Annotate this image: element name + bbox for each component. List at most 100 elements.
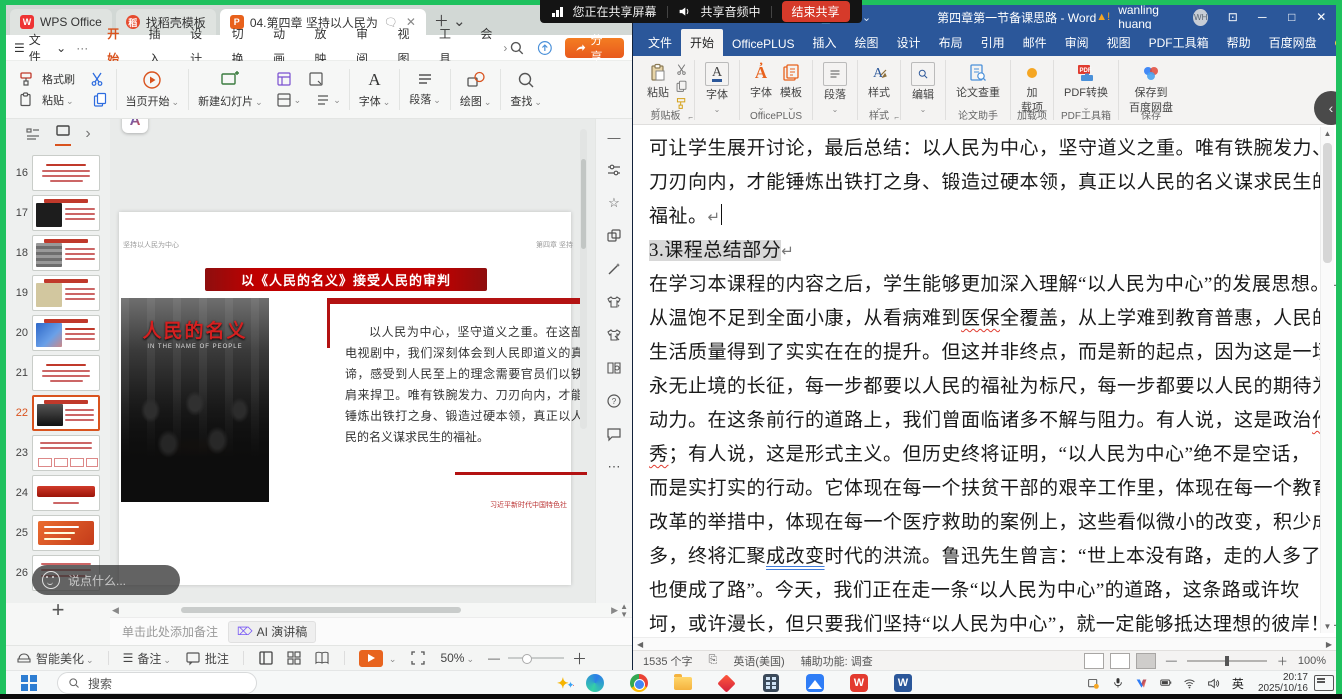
smart-beautify-button[interactable]: 智能美化 bbox=[16, 650, 94, 667]
more-commands[interactable]: ··· bbox=[76, 41, 88, 55]
notification-center-icon[interactable] bbox=[1314, 675, 1334, 691]
play-from-current-button[interactable]: 当页开始 bbox=[119, 65, 187, 114]
wps-share-button[interactable]: 分享 bbox=[565, 38, 624, 58]
slide-thumbnail[interactable] bbox=[32, 515, 100, 551]
switch-shapes-icon[interactable] bbox=[606, 228, 622, 244]
slide-thumbnail-row[interactable]: 25 bbox=[6, 513, 110, 553]
print-layout-button[interactable] bbox=[1110, 653, 1130, 669]
slide-thumbnail[interactable] bbox=[32, 315, 100, 351]
tray-app-icon[interactable] bbox=[1082, 672, 1106, 694]
draw-menu-button[interactable]: 绘图 bbox=[453, 65, 499, 114]
canvas-scrollbar[interactable] bbox=[580, 129, 587, 429]
scroll-down-arrow[interactable]: ▼ bbox=[1321, 622, 1334, 631]
word-tab[interactable]: PDF工具箱 bbox=[1140, 29, 1218, 56]
slide-thumbnail-row[interactable]: 20 bbox=[6, 313, 110, 353]
paste-button[interactable]: 粘贴 bbox=[18, 92, 108, 108]
document-scrollbar[interactable]: ▲ ▼ bbox=[1320, 127, 1334, 633]
word-document-area[interactable]: 可让学生展开讨论，最后总结：以人民为中心，坚守道义之重。唯有铁腕发力、刀刃向内，… bbox=[633, 125, 1336, 635]
qat-customize-icon[interactable]: ⌄ bbox=[862, 11, 871, 24]
slide-thumbnail[interactable] bbox=[32, 235, 100, 271]
copy-icon[interactable] bbox=[92, 92, 108, 108]
meeting-app-icon[interactable] bbox=[804, 672, 826, 694]
calculator-icon[interactable] bbox=[760, 672, 782, 694]
slide-sorter-view-icon[interactable] bbox=[286, 650, 302, 666]
slide-thumbnail[interactable] bbox=[32, 155, 100, 191]
design-edit-icon[interactable] bbox=[606, 327, 622, 343]
layout-icon[interactable] bbox=[276, 71, 292, 87]
warning-icon[interactable]: ▲! bbox=[1096, 11, 1110, 23]
scroll-up-arrow[interactable]: ▲ bbox=[1321, 129, 1334, 138]
slide-view-icon[interactable] bbox=[55, 123, 71, 139]
battery-icon[interactable] bbox=[1154, 672, 1178, 694]
maximize-button[interactable]: □ bbox=[1277, 5, 1306, 29]
web-layout-button[interactable] bbox=[1136, 653, 1156, 669]
slide-thumbnail-row[interactable]: 18 bbox=[6, 233, 110, 273]
word-tab[interactable]: 帮助 bbox=[1218, 29, 1260, 56]
ribbon-display-options-button[interactable]: ⊡ bbox=[1218, 5, 1247, 29]
document-hscroll[interactable]: ◀ ▶ bbox=[633, 637, 1336, 650]
comments-toggle-button[interactable]: 批注 bbox=[185, 650, 229, 667]
slide-title-banner[interactable]: 以《人民的名义》接受人民的审判 bbox=[205, 268, 487, 291]
slide-thumbnail-row[interactable]: 22 bbox=[6, 393, 110, 433]
slide-thumbnail-row[interactable]: 24 bbox=[6, 473, 110, 513]
ime-language-indicator[interactable]: 英 bbox=[1226, 672, 1250, 694]
slideshow-play-button[interactable] bbox=[359, 650, 383, 667]
find-menu-button[interactable]: 查找 bbox=[503, 65, 549, 114]
word-tab[interactable]: 告诉我 bbox=[1326, 29, 1336, 56]
zoom-out-button[interactable]: — bbox=[1166, 655, 1177, 667]
zoom-out-button[interactable]: — bbox=[488, 651, 500, 665]
slide-canvas[interactable]: A 坚持以人民为中心 第四章 坚持 以《人民的名义》接受人民的审判 人民的名义 … bbox=[110, 119, 595, 603]
start-button[interactable] bbox=[18, 672, 40, 694]
collapse-rail-icon[interactable]: — bbox=[606, 129, 622, 145]
ai-sparkles-icon[interactable]: ✦✦· bbox=[557, 675, 573, 692]
word-tab[interactable]: 设计 bbox=[888, 29, 930, 56]
volume-icon[interactable] bbox=[1202, 672, 1226, 694]
scroll-left-arrow[interactable]: ◀ bbox=[110, 605, 121, 616]
expand-panel-icon[interactable]: › bbox=[85, 125, 90, 143]
minimize-button[interactable]: ─ bbox=[1248, 5, 1277, 29]
help-icon[interactable]: ? bbox=[606, 393, 622, 409]
smart-beautify-wand-icon[interactable] bbox=[606, 261, 622, 277]
word-tab[interactable]: 审阅 bbox=[1056, 29, 1098, 56]
cloud-upload-icon[interactable] bbox=[537, 40, 553, 56]
comment-bubble-icon[interactable] bbox=[606, 426, 622, 442]
theme-skin-icon[interactable] bbox=[606, 294, 622, 310]
editing-menu-button[interactable]: 编辑⌄ bbox=[907, 60, 939, 118]
stop-sharing-button[interactable]: 结束共享 bbox=[782, 1, 850, 22]
word-tab[interactable]: 邮件 bbox=[1014, 29, 1056, 56]
word-tab[interactable]: 开始 bbox=[681, 29, 723, 56]
horizontal-scrollbar[interactable] bbox=[131, 606, 599, 614]
copy-icon[interactable] bbox=[675, 80, 688, 93]
slide-22[interactable]: 坚持以人民为中心 第四章 坚持 以《人民的名义》接受人民的审判 人民的名义 IN… bbox=[119, 212, 571, 585]
slide-thumbnail[interactable] bbox=[32, 355, 100, 391]
slide-thumbnail-row[interactable]: 17 bbox=[6, 193, 110, 233]
add-slide-button[interactable]: + bbox=[6, 597, 110, 623]
word-tab[interactable]: 布局 bbox=[930, 29, 972, 56]
zoom-slider[interactable] bbox=[508, 657, 564, 659]
close-button[interactable]: ✕ bbox=[1307, 5, 1336, 29]
cut-icon[interactable] bbox=[89, 71, 105, 87]
ai-assistant-button[interactable]: A bbox=[122, 119, 148, 133]
hscroll-left-arrow[interactable]: ◀ bbox=[637, 640, 643, 649]
section-icon[interactable] bbox=[308, 71, 324, 87]
slide-thumbnail-row[interactable]: 19 bbox=[6, 273, 110, 313]
slide-thumbnail[interactable] bbox=[32, 195, 100, 231]
accessibility-status[interactable]: 辅助功能: 调查 bbox=[801, 653, 873, 669]
read-mode-button[interactable] bbox=[1084, 653, 1104, 669]
zoom-in-button[interactable]: ＋ bbox=[1277, 653, 1288, 669]
wps-taskbar-icon[interactable]: W bbox=[848, 672, 870, 694]
account-name[interactable]: wanling huang bbox=[1118, 5, 1185, 31]
previous-slide-button[interactable]: ▲ bbox=[620, 603, 628, 610]
zoom-level-button[interactable]: 50% bbox=[440, 651, 474, 665]
outline-icon[interactable] bbox=[315, 92, 331, 108]
notes-placeholder[interactable]: 单击此处添加备注 bbox=[122, 623, 218, 640]
menu-overflow-chevron[interactable]: › bbox=[501, 41, 509, 55]
scroll-right-arrow[interactable]: ▶ bbox=[609, 605, 620, 616]
word-tab[interactable]: 视图 bbox=[1098, 29, 1140, 56]
fit-slide-icon[interactable] bbox=[410, 650, 426, 666]
notes-toggle-button[interactable]: ☰ 备注 bbox=[123, 650, 171, 667]
taskbar-clock[interactable]: 20:17 2025/10/16 bbox=[1258, 672, 1308, 694]
slide-thumbnail[interactable] bbox=[32, 275, 100, 311]
officeplus-template-button[interactable]: 模板⌄ bbox=[776, 60, 806, 116]
clipboard-dialog-launcher[interactable]: ⌐ bbox=[688, 113, 693, 122]
